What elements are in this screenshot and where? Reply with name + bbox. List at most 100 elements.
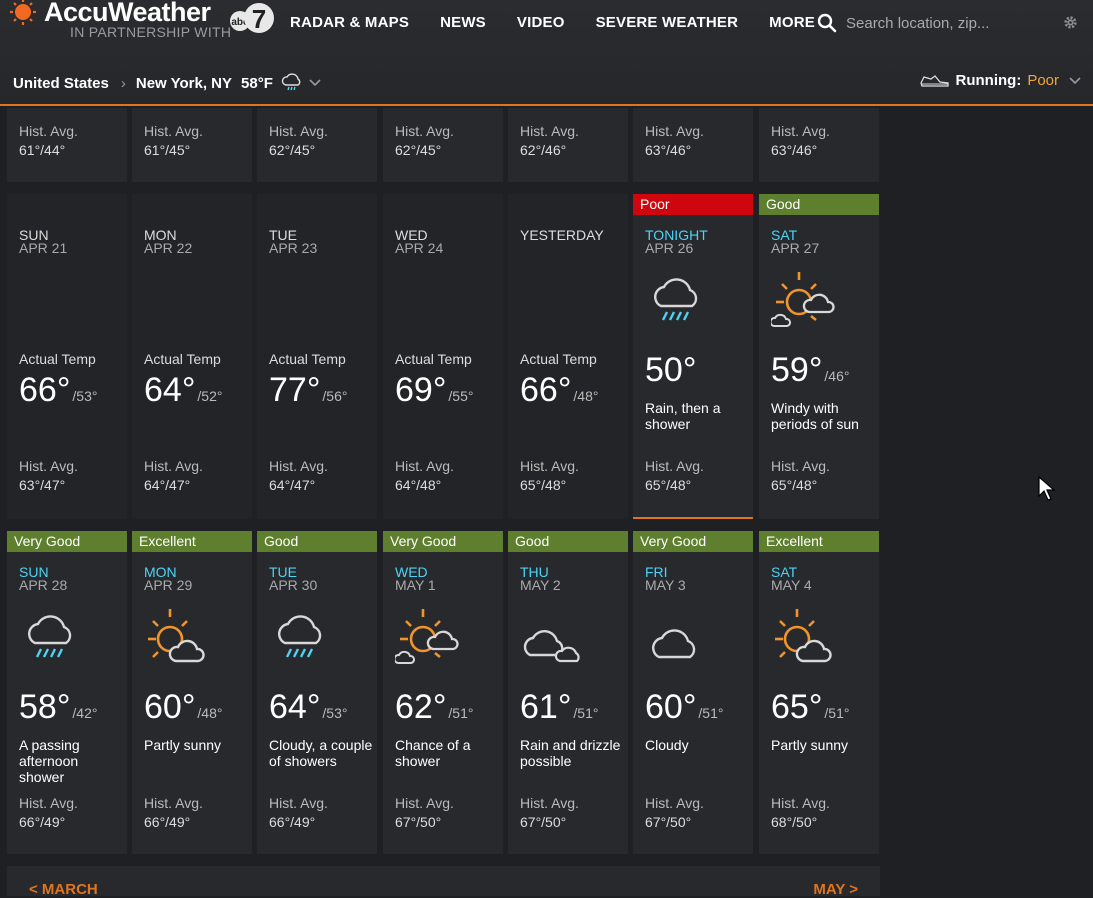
condition-badge: Excellent <box>132 531 252 552</box>
current-temp: 58°F <box>241 74 273 92</box>
mouse-cursor-icon <box>1038 476 1056 501</box>
condition-badge: Excellent <box>759 531 879 552</box>
weather-description: Partly sunny <box>771 737 849 753</box>
hist-avg-label: Hist. Avg. <box>395 795 454 811</box>
condition-badge: Good <box>508 531 628 552</box>
month-navigation: < MARCH MAY > <box>7 866 880 898</box>
day-date: APR 30 <box>269 577 318 593</box>
rain-cloud-icon <box>28 615 72 658</box>
condition-badge: Very Good <box>7 531 127 552</box>
day-date: APR 28 <box>19 577 68 593</box>
temperature: 60°/48° <box>144 688 222 727</box>
day-card[interactable]: Hist. Avg. 63°/46° <box>633 108 753 182</box>
day-card[interactable]: Hist. Avg. 63°/46° <box>759 108 879 182</box>
nav-radar-maps[interactable]: RADAR & MAPS <box>290 14 409 31</box>
day-card[interactable]: MON APR 22 Actual Temp 64°/52° Hist. Avg. 64°… <box>132 194 252 519</box>
abc7-logo-icon[interactable]: abc 7 <box>228 2 274 36</box>
actual-temp-label: Actual Temp <box>144 351 221 367</box>
day-card[interactable]: Good SAT APR 27 Windy with periods of sun 59… <box>759 194 879 519</box>
day-card[interactable]: TUE APR 23 Actual Temp 77°/56° Hist. Avg. 64°… <box>257 194 377 519</box>
temperature: 66°/48° <box>520 371 598 410</box>
day-card[interactable]: Good THU MAY 2 Rain and drizzle possible 61°… <box>508 531 628 854</box>
hist-avg-label: Hist. Avg. <box>19 123 78 139</box>
hist-avg-label: Hist. Avg. <box>771 123 830 139</box>
hist-avg-value: 66°/49° <box>144 814 191 830</box>
high-temp: 65° <box>771 688 823 726</box>
next-month-link[interactable]: MAY > <box>813 881 858 898</box>
high-temp: 69° <box>395 371 447 409</box>
day-card[interactable]: Very Good SUN APR 28 A passing afternoon sh… <box>7 531 127 854</box>
day-card[interactable]: Hist. Avg. 61°/45° <box>132 108 252 182</box>
weather-description: A passing afternoon shower <box>19 737 80 785</box>
actual-temp-label: Actual Temp <box>395 351 472 367</box>
day-card[interactable]: Hist. Avg. 62°/46° <box>508 108 628 182</box>
condition-badge: Very Good <box>633 531 753 552</box>
day-card[interactable]: Hist. Avg. 62°/45° <box>257 108 377 182</box>
day-card[interactable]: SUN APR 21 Actual Temp 66°/53° Hist. Avg. 63°… <box>7 194 127 519</box>
search-input[interactable] <box>846 12 1046 34</box>
temperature: 60°/51° <box>645 688 723 727</box>
nav-severe-weather[interactable]: SEVERE WEATHER <box>596 14 739 31</box>
chevron-down-icon[interactable] <box>1069 76 1081 85</box>
hist-avg-value: 67°/50° <box>520 814 567 830</box>
day-card[interactable]: Hist. Avg. 62°/45° <box>383 108 503 182</box>
hist-avg-label: Hist. Avg. <box>19 458 78 474</box>
hist-avg-label: Hist. Avg. <box>520 123 579 139</box>
day-card[interactable]: Hist. Avg. 61°/44° <box>7 108 127 182</box>
day-card[interactable]: Very Good WED MAY 1 Chance of a shower 62°/5… <box>383 531 503 854</box>
hist-avg-label: Hist. Avg. <box>19 795 78 811</box>
day-card[interactable]: Excellent MON APR 29 Partly sunny 60°/48° His… <box>132 531 252 854</box>
day-card[interactable]: Excellent SAT MAY 4 Partly sunny 65°/51° Hist… <box>759 531 879 854</box>
weather-description: Cloudy <box>645 737 689 753</box>
hist-avg-label: Hist. Avg. <box>269 123 328 139</box>
breadcrumb-country[interactable]: United States <box>13 75 109 92</box>
hist-avg-value: 64°/47° <box>269 477 316 493</box>
hist-avg-value: 64°/47° <box>144 477 191 493</box>
hist-avg-value: 66°/49° <box>269 814 316 830</box>
windy-sun-icon <box>395 609 459 664</box>
partner-text: IN PARTNERSHIP WITH <box>70 24 232 40</box>
gear-icon[interactable] <box>1063 15 1078 30</box>
hist-avg-value: 63°/46° <box>645 142 692 158</box>
day-card[interactable]: WED APR 24 Actual Temp 69°/55° Hist. Avg. 64°… <box>383 194 503 519</box>
temperature: 64°/53° <box>269 688 347 727</box>
day-date: APR 22 <box>144 240 193 256</box>
search-icon[interactable] <box>817 13 837 33</box>
condition-badge: Good <box>257 531 377 552</box>
actual-temp-label: Actual Temp <box>269 351 346 367</box>
chevron-down-icon[interactable] <box>309 79 321 87</box>
running-shoe-icon <box>919 74 949 87</box>
partly-sunny-icon <box>775 609 832 663</box>
temperature: 59°/46° <box>771 351 849 390</box>
sun-logo-icon <box>10 0 36 25</box>
day-card[interactable]: YESTERDAY Actual Temp 66°/48° Hist. Avg. 65°… <box>508 194 628 519</box>
nav-video[interactable]: VIDEO <box>517 14 565 31</box>
breadcrumb-city[interactable]: New York, NY <box>136 75 232 92</box>
running-index[interactable]: Running: Poor <box>919 72 1082 89</box>
hist-avg-value: 65°/48° <box>771 477 818 493</box>
weather-description: Rain, then a shower <box>645 400 721 432</box>
hist-avg-label: Hist. Avg. <box>645 795 704 811</box>
running-value: Poor <box>1027 72 1059 89</box>
high-temp: 58° <box>19 688 71 726</box>
hist-avg-label: Hist. Avg. <box>395 458 454 474</box>
windy-sun-icon <box>771 272 835 327</box>
low-temp: /56° <box>322 388 348 404</box>
selected-underline <box>633 517 753 519</box>
day-card[interactable]: Good TUE APR 30 Cloudy, a couple of showers… <box>257 531 377 854</box>
condition-badge: Good <box>759 194 879 215</box>
low-temp: /48° <box>573 388 599 404</box>
hist-avg-label: Hist. Avg. <box>144 458 203 474</box>
nav-more[interactable]: MORE <box>769 14 815 31</box>
temperature: 58°/42° <box>19 688 97 727</box>
low-temp: /51° <box>573 705 599 721</box>
nav-news[interactable]: NEWS <box>440 14 486 31</box>
hist-avg-value: 66°/49° <box>19 814 66 830</box>
day-card[interactable]: Very Good FRI MAY 3 Cloudy 60°/51° Hist. Avg.… <box>633 531 753 854</box>
day-card[interactable]: Poor TONIGHT APR 26 Rain, then a shower 50° H… <box>633 194 753 519</box>
hist-avg-label: Hist. Avg. <box>520 458 579 474</box>
weather-description: Chance of a shower <box>395 737 471 769</box>
temperature: 77°/56° <box>269 371 347 410</box>
rain-cloud-icon <box>281 73 301 91</box>
prev-month-link[interactable]: < MARCH <box>29 881 98 898</box>
